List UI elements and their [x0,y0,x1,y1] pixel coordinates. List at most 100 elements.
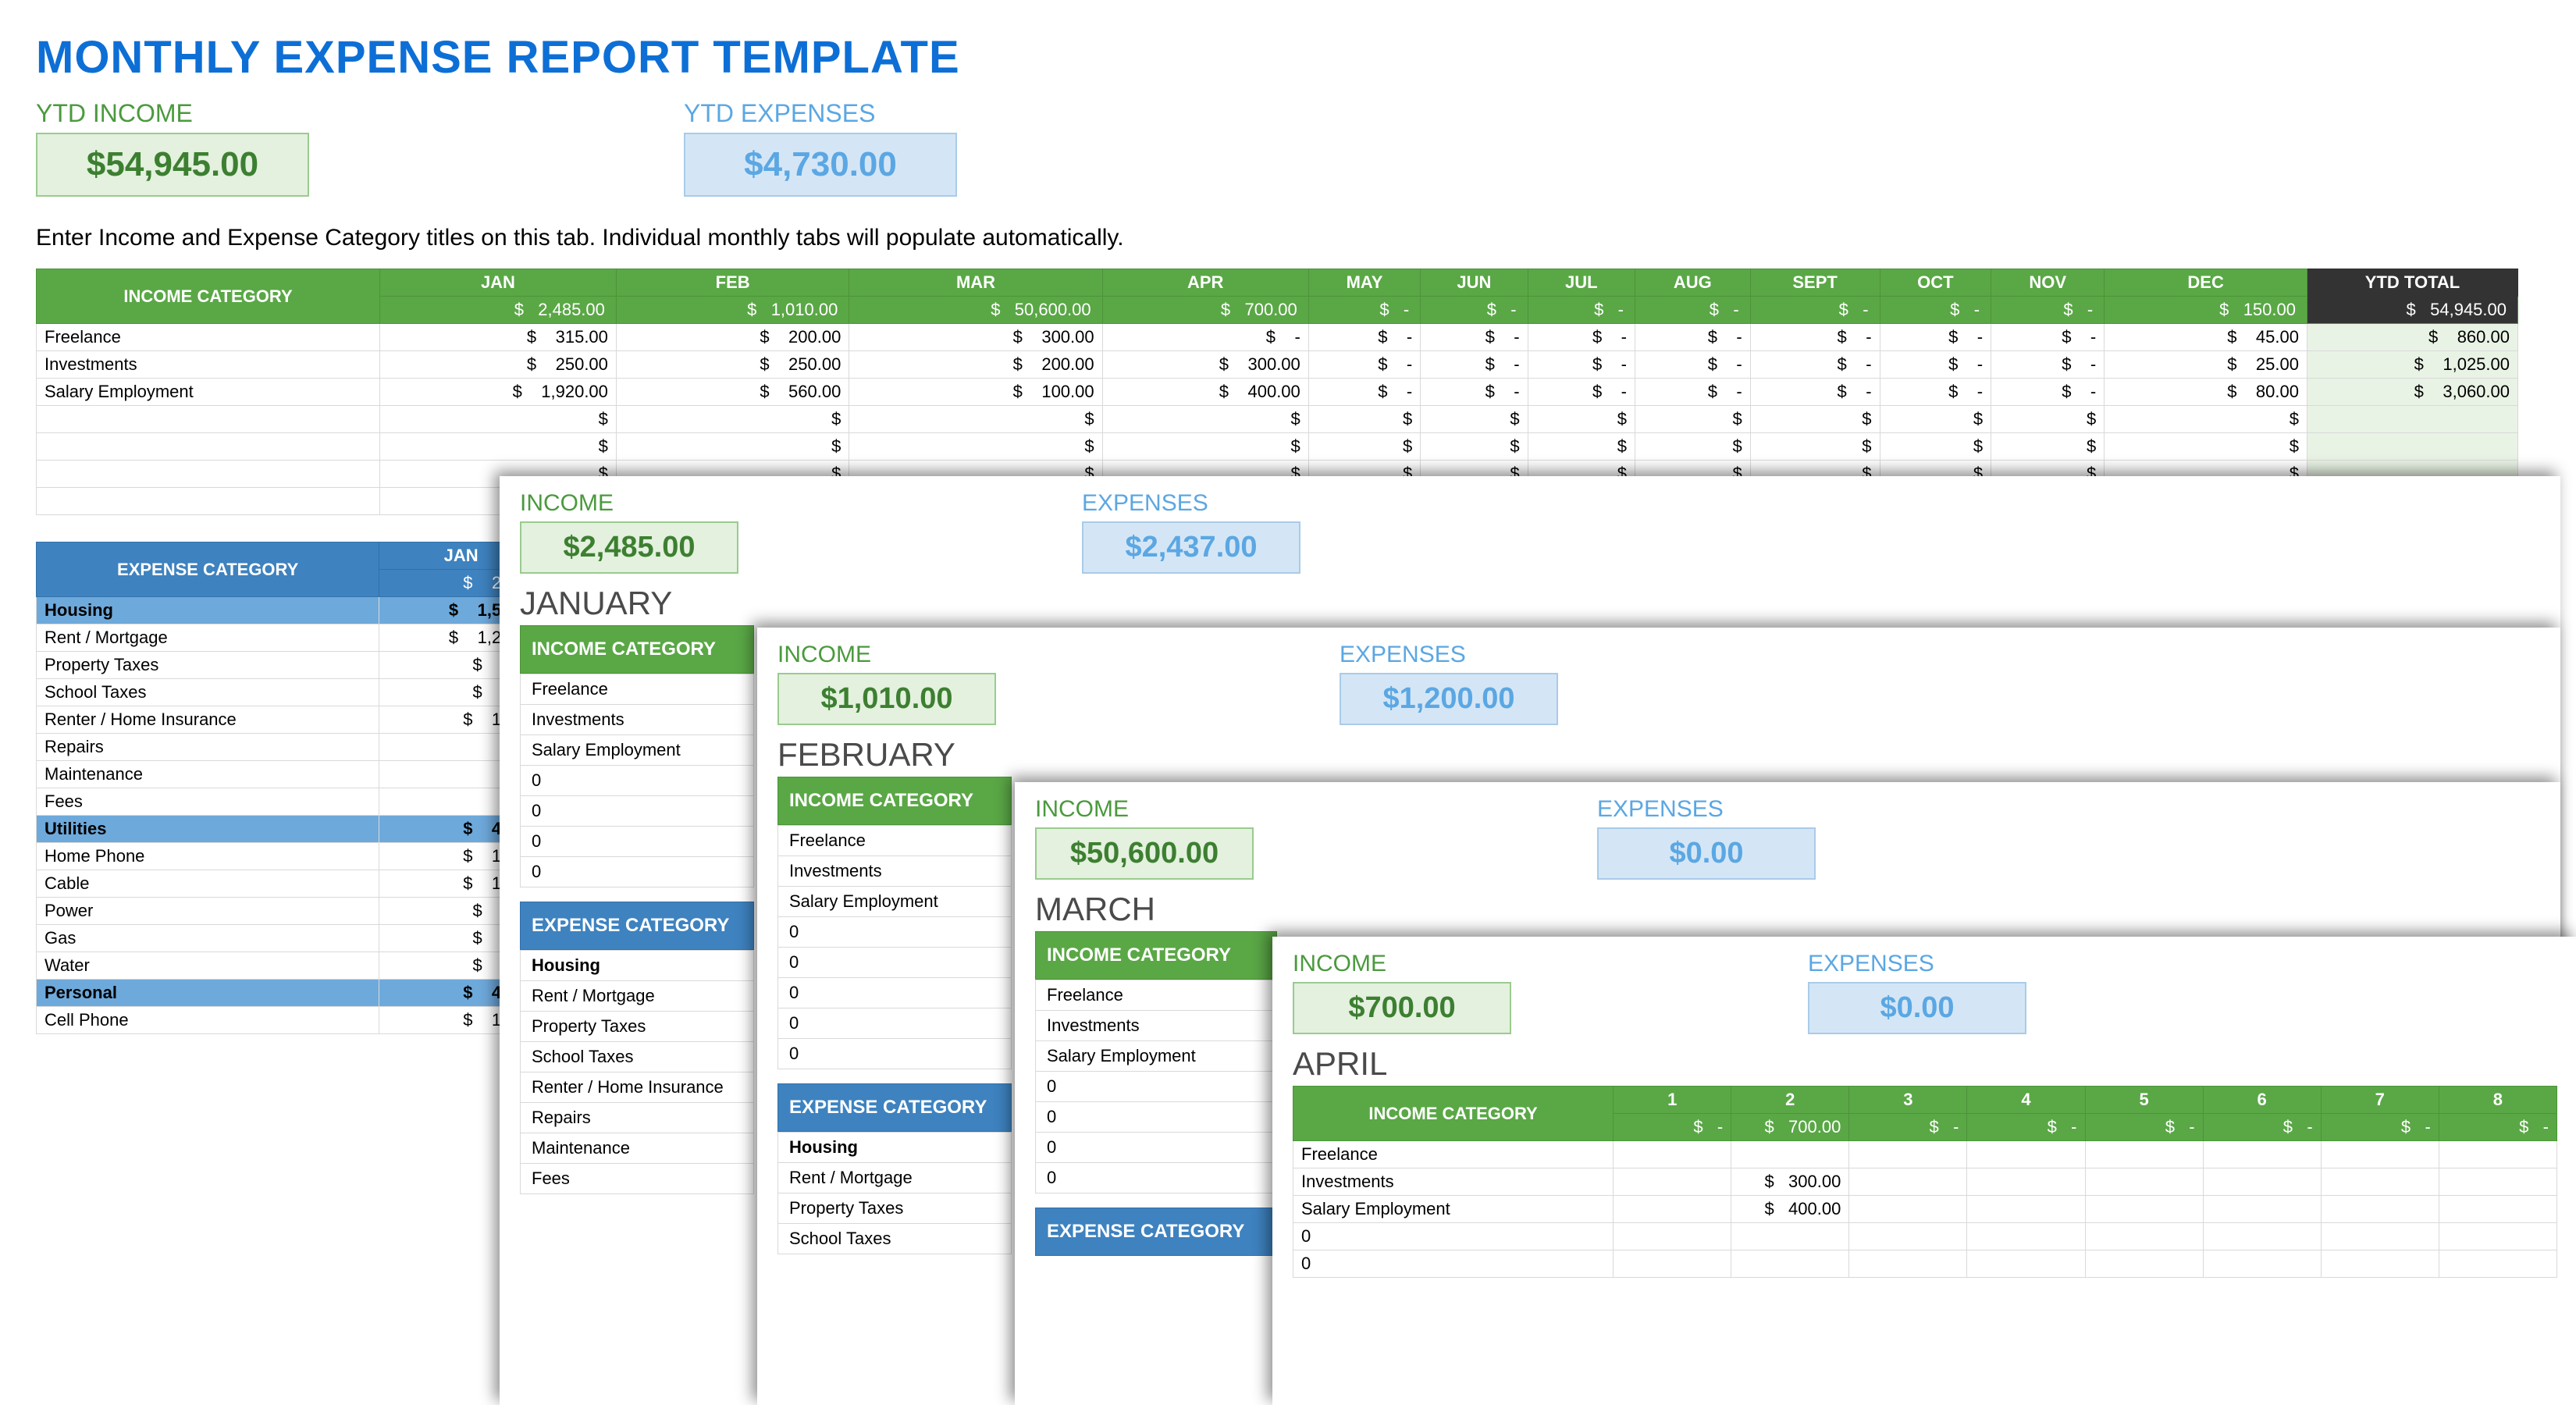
list-item[interactable]: 0 [1035,1133,1277,1163]
apr-income-label: INCOME [1293,951,1511,977]
table-row[interactable]: Personal$ 425.0 [37,980,543,1007]
mar-income-value: $50,600.00 [1035,827,1254,880]
jan-income-label: INCOME [520,490,738,517]
list-item[interactable]: 0 [1035,1072,1277,1102]
ytd-expense-value: $4,730.00 [684,133,957,197]
list-item[interactable]: 0 [520,796,754,827]
list-item[interactable]: 0 [520,766,754,796]
list-item[interactable]: Investments [520,705,754,735]
list-item[interactable]: Renter / Home Insurance [520,1072,754,1103]
list-item[interactable]: Freelance [1035,980,1277,1011]
feb-expense-category-header: EXPENSE CATEGORY [777,1083,1012,1132]
list-item[interactable]: 0 [777,1008,1012,1039]
table-row[interactable]: Salary Employment$ 1,920.00$ 560.00$ 100… [37,379,2518,406]
list-item[interactable]: Property Taxes [777,1193,1012,1224]
list-item[interactable]: 0 [777,1039,1012,1069]
list-item[interactable]: Property Taxes [520,1012,754,1042]
list-item[interactable]: Maintenance [520,1133,754,1164]
table-row[interactable]: Renter / Home Insurance$ 120.0 [37,706,543,734]
income-category-header: INCOME CATEGORY [37,269,380,324]
mar-income-label: INCOME [1035,796,1254,823]
list-item[interactable]: Rent / Mortgage [520,981,754,1012]
apr-income-value: $700.00 [1293,982,1511,1034]
ytd-income-label: YTD INCOME [36,99,309,128]
table-row[interactable]: Freelance [1293,1141,2557,1168]
list-item[interactable]: 0 [1035,1163,1277,1193]
ytd-expense-label: YTD EXPENSES [684,99,957,128]
table-row[interactable]: Repairs$ [37,734,543,761]
apr-expense-value: $0.00 [1808,982,2026,1034]
page-title: MONTHLY EXPENSE REPORT TEMPLATE [36,31,2529,84]
table-row[interactable]: Gas$ 80.0 [37,925,543,952]
table-row[interactable]: School Taxes$ 90.0 [37,679,543,706]
apr-month-name: APRIL [1293,1045,2556,1083]
table-row[interactable]: Freelance$ 315.00$ 200.00$ 300.00$ -$ -$… [37,324,2518,351]
table-row[interactable]: Power$ 65.0 [37,898,543,925]
list-item[interactable]: 0 [777,948,1012,978]
list-item[interactable]: Repairs [520,1103,754,1133]
list-item[interactable]: Freelance [520,674,754,705]
feb-expense-label: EXPENSES [1340,642,1558,668]
mar-expense-label: EXPENSES [1597,796,1816,823]
instruction-text: Enter Income and Expense Category titles… [36,225,2529,251]
table-row[interactable]: $$$$$$$$$$$$ [37,406,2518,433]
table-row[interactable]: Rent / Mortgage$ 1,200.0 [37,624,543,652]
list-item[interactable]: Housing [520,950,754,981]
jan-income-value: $2,485.00 [520,521,738,574]
jan-expense-category-header: EXPENSE CATEGORY [520,902,754,950]
table-row[interactable]: $$$$$$$$$$$$ [37,433,2518,461]
list-item[interactable]: Investments [1035,1011,1277,1041]
table-row[interactable]: Cell Phone$ 150.0 [37,1007,543,1034]
list-item[interactable]: Salary Employment [777,887,1012,917]
list-item[interactable]: 0 [1035,1102,1277,1133]
list-item[interactable]: Salary Employment [1035,1041,1277,1072]
apr-income-category-header: INCOME CATEGORY [1293,1087,1614,1141]
list-item[interactable]: Fees [520,1164,754,1194]
jan-income-category-header: INCOME CATEGORY [520,625,754,674]
april-daily-table[interactable]: INCOME CATEGORY 12345678 $ -$ 700.00$ -$… [1293,1086,2557,1278]
feb-income-category-header: INCOME CATEGORY [777,777,1012,825]
table-row[interactable]: Utilities$ 487.0 [37,816,543,843]
table-row[interactable]: Fees$ [37,788,543,816]
list-item[interactable]: Rent / Mortgage [777,1163,1012,1193]
jan-expense-label: EXPENSES [1082,490,1300,517]
list-item[interactable]: 0 [777,917,1012,948]
list-item[interactable]: Salary Employment [520,735,754,766]
list-item[interactable]: 0 [520,827,754,857]
mar-expense-category-header: EXPENSE CATEGORY [1035,1208,1277,1256]
table-row[interactable]: Investments$ 250.00$ 250.00$ 200.00$ 300… [37,351,2518,379]
list-item[interactable]: School Taxes [520,1042,754,1072]
table-row[interactable]: Cable$ 145.0 [37,870,543,898]
list-item[interactable]: Freelance [777,825,1012,856]
mar-expense-value: $0.00 [1597,827,1816,880]
jan-expense-value: $2,437.00 [1082,521,1300,574]
list-item[interactable]: School Taxes [777,1224,1012,1254]
table-row[interactable]: Salary Employment$ 400.00 [1293,1196,2557,1223]
ytd-kpis: YTD INCOME $54,945.00 YTD EXPENSES $4,73… [36,99,2529,197]
ytd-total-header: YTD TOTAL [2307,269,2518,297]
jan-month-name: JANUARY [520,585,2540,622]
feb-month-name: FEBRUARY [777,736,2540,774]
mar-income-category-header: INCOME CATEGORY [1035,931,1277,980]
feb-expense-value: $1,200.00 [1340,673,1558,725]
list-item[interactable]: 0 [520,857,754,887]
table-row[interactable]: Investments$ 300.00 [1293,1168,2557,1196]
apr-expense-label: EXPENSES [1808,951,2026,977]
list-item[interactable]: Housing [777,1132,1012,1163]
feb-income-value: $1,010.00 [777,673,996,725]
table-row[interactable]: Property Taxes$ 90.0 [37,652,543,679]
list-item[interactable]: Investments [777,856,1012,887]
table-row[interactable]: 0 [1293,1250,2557,1278]
table-row[interactable]: Water$ 45.0 [37,952,543,980]
expense-category-header: EXPENSE CATEGORY [37,542,379,597]
list-item[interactable]: 0 [777,978,1012,1008]
mar-month-name: MARCH [1035,891,2540,928]
feb-income-label: INCOME [777,642,996,668]
ytd-income-value: $54,945.00 [36,133,309,197]
table-row[interactable]: Maintenance$ [37,761,543,788]
table-row[interactable]: Home Phone$ 120.0 [37,843,543,870]
table-row[interactable]: Housing$ 1,500.0 [37,597,543,624]
panel-april: INCOME $700.00 EXPENSES $0.00 APRIL INCO… [1272,937,2576,1405]
expense-table[interactable]: EXPENSE CATEGORY JAN $ 2,437 Housing$ 1,… [36,542,543,1034]
table-row[interactable]: 0 [1293,1223,2557,1250]
